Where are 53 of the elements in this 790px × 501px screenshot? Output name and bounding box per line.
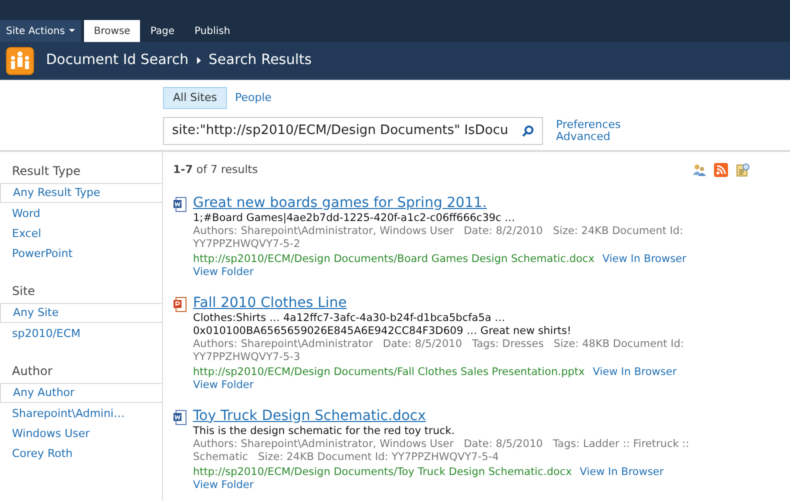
search-icon[interactable] [522, 125, 534, 137]
ribbon-tab[interactable]: Page [140, 20, 185, 42]
scope-tab[interactable]: All Sites [163, 87, 227, 109]
result-action-link[interactable]: View In Browser [580, 466, 664, 478]
refiner-item[interactable]: Windows User [0, 424, 162, 444]
word-document-icon [173, 410, 187, 426]
powerpoint-document-icon [173, 296, 187, 312]
refiner-item[interactable]: Sharepoint\Admini… [0, 404, 162, 424]
result-description: Clothes:Shirts … 4a12ffc7-3afc-4a30-b24f-d1bca5bcfa5a … 0x010100BA6565659026E845A6E942CC84F3D609 … Great new shirts! [193, 312, 572, 338]
result-metadata: Authors: Sharepoint\Administrator, Windows User Date: 8/5/2010 Tags: Ladder :: Firetruck :: Schematic Size: 24KB Document Id: YY7PPZHWQVY7-5-4 [193, 438, 690, 464]
result-description: 1;#Board Games|4ae2b7dd-1225-420f-a1c2-c06ff666c39c … [193, 212, 516, 224]
refiner-item[interactable]: Any Site [0, 303, 162, 323]
site-actions-menu[interactable]: Site Actions [0, 20, 81, 42]
search-field[interactable]: site:"http://sp2010/ECM/Design Documents" IsDocu [163, 117, 543, 145]
result-title-link[interactable]: Toy Truck Design Schematic.docx [193, 408, 698, 424]
alert-note-icon[interactable] [736, 163, 750, 178]
result-action-link[interactable]: View In Browser [602, 252, 686, 266]
result-action-link[interactable]: View In Browser [592, 366, 677, 378]
result-description: This is the design schematic for the red toy truck. [193, 424, 456, 438]
refiner-item[interactable]: sp2010/ECM [0, 324, 162, 344]
refiner-heading: Result Type [11, 163, 82, 180]
rss-icon[interactable] [714, 163, 728, 178]
refiner-item[interactable]: Any Result Type [0, 183, 162, 203]
dropdown-caret-icon [68, 29, 75, 33]
ribbon-tab[interactable]: Browse [84, 20, 140, 42]
result-action-link[interactable]: View Folder [193, 378, 254, 392]
result-url: http://sp2010/ECM/Design Documents/Toy Truck Design Schematic.docx [193, 466, 572, 478]
result-title-link[interactable]: Fall 2010 Clothes Line [193, 294, 698, 312]
refiner-heading: Author [11, 363, 54, 380]
site-title-link[interactable]: Document Id Search [46, 50, 189, 71]
refiner-heading: Site [11, 283, 36, 300]
refiner-item[interactable]: Word [0, 204, 162, 224]
search-option-link[interactable]: Preferences [556, 119, 621, 131]
page-title: Search Results [208, 51, 312, 70]
word-document-icon [173, 196, 187, 212]
result-action-link[interactable]: View Folder [193, 266, 254, 278]
people-icon[interactable] [692, 163, 706, 178]
result-title-link[interactable]: Great new boards games for Spring 2011. [193, 194, 698, 212]
search-option-link[interactable]: Advanced [556, 131, 621, 143]
refiner-item[interactable]: Excel [0, 224, 162, 244]
result-url: http://sp2010/ECM/Design Documents/Board Games Design Schematic.docx [193, 252, 594, 264]
result-url: http://sp2010/ECM/Design Documents/Fall Clothes Sales Presentation.pptx [193, 366, 585, 378]
result-metadata: Authors: Sharepoint\Administrator Date: 8/5/2010 Tags: Dresses Size: 48KB Document Id: YY7PPZHWQVY7-5-3 [193, 338, 685, 364]
result-count: 1-7 of 7 results [173, 162, 258, 178]
refiner-item[interactable]: Any Author [0, 383, 162, 403]
site-logo-icon [6, 46, 34, 74]
scope-tab[interactable]: People [228, 87, 278, 109]
refiner-item[interactable]: PowerPoint [0, 244, 162, 264]
result-action-link[interactable]: View Folder [193, 478, 254, 492]
ribbon-tab[interactable]: Publish [184, 20, 240, 42]
result-metadata: Authors: Sharepoint\Administrator, Windows User Date: 8/2/2010 Size: 24KB Document Id: YY7PPZHWQVY7-5-2 [193, 224, 684, 250]
breadcrumb-arrow-icon [196, 57, 201, 64]
refiner-item[interactable]: Corey Roth [0, 444, 162, 464]
